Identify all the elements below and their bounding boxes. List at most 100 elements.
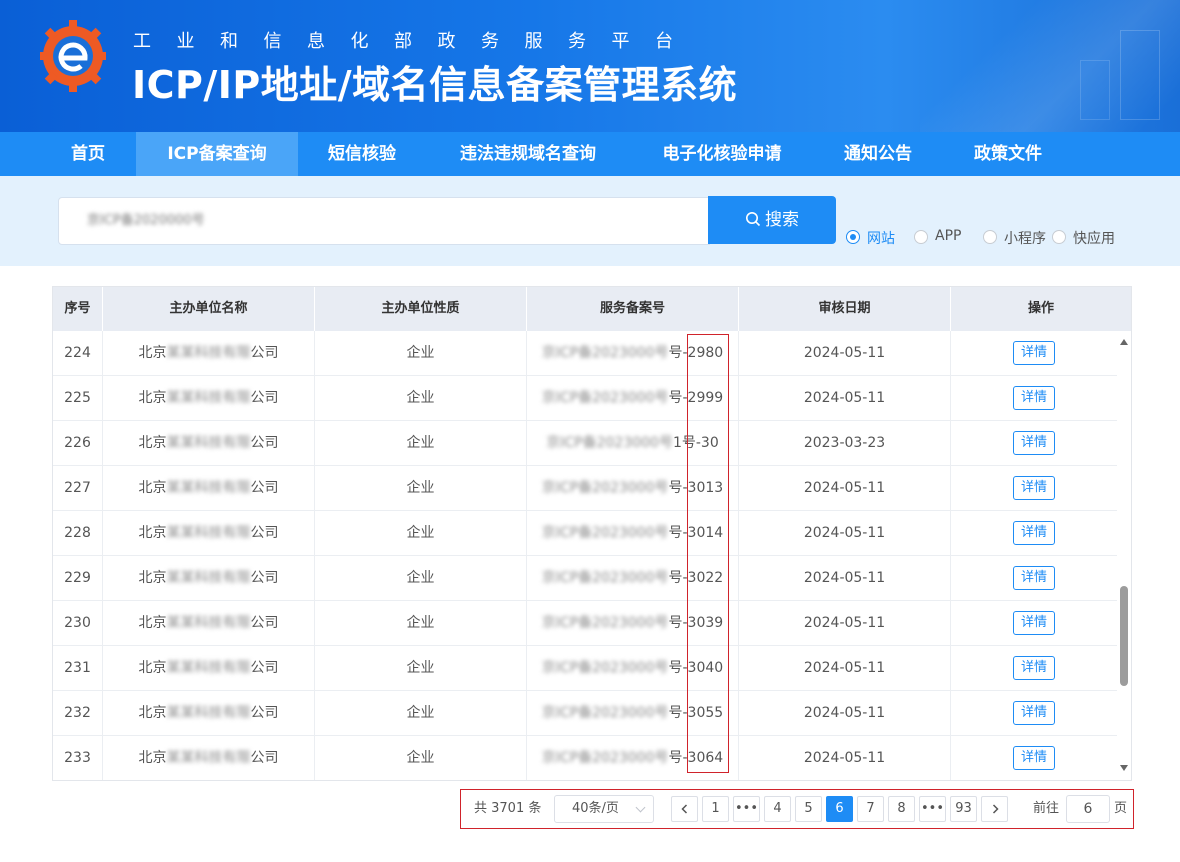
search-input-value: 京ICP备2020000号 xyxy=(87,213,205,228)
prev-page-button[interactable] xyxy=(671,796,698,822)
cell-no: 231 xyxy=(53,646,103,691)
detail-button[interactable]: 详情 xyxy=(1013,611,1055,635)
page-size-select[interactable]: 40条/页 xyxy=(554,795,654,823)
detail-button[interactable]: 详情 xyxy=(1013,656,1055,680)
icp-number-redacted: 京ICP备2023000号 xyxy=(541,705,669,721)
search-icon xyxy=(746,212,761,227)
search-input[interactable]: 京ICP备2020000号 xyxy=(58,197,710,245)
detail-button[interactable]: 详情 xyxy=(1013,341,1055,365)
nav-item-policy-docs[interactable]: 政策文件 xyxy=(958,132,1058,176)
org-name-prefix: 北京 xyxy=(138,345,167,361)
cell-review-date: 2024-05-11 xyxy=(739,691,951,736)
cell-action: 详情 xyxy=(951,601,1117,646)
org-name-suffix: 公司 xyxy=(250,390,279,406)
radio-dot xyxy=(983,230,997,244)
col-header-org-type: 主办单位性质 xyxy=(315,287,527,331)
page-button[interactable]: 7 xyxy=(857,796,884,822)
page-button[interactable]: 8 xyxy=(888,796,915,822)
goto-unit-label: 页 xyxy=(1114,801,1128,816)
detail-button[interactable]: 详情 xyxy=(1013,476,1055,500)
cell-action: 详情 xyxy=(951,331,1117,376)
nav-item-notices[interactable]: 通知公告 xyxy=(828,132,928,176)
detail-button[interactable]: 详情 xyxy=(1013,521,1055,545)
chevron-left-icon xyxy=(680,804,687,814)
cell-no: 228 xyxy=(53,511,103,556)
col-header-org-name: 主办单位名称 xyxy=(103,287,315,331)
cell-org-type: 企业 xyxy=(315,691,527,736)
org-name-prefix: 北京 xyxy=(138,705,167,721)
cell-review-date: 2024-05-11 xyxy=(739,601,951,646)
org-name-suffix: 公司 xyxy=(250,705,279,721)
cell-action: 详情 xyxy=(951,691,1117,736)
org-name-prefix: 北京 xyxy=(138,525,167,541)
icp-number-redacted: 京ICP备2023000号 xyxy=(541,570,669,586)
org-name-suffix: 公司 xyxy=(250,570,279,586)
nav-item-home[interactable]: 首页 xyxy=(48,132,128,176)
pagination-total: 共 3701 条 xyxy=(474,801,542,816)
next-page-button[interactable] xyxy=(981,796,1008,822)
highlight-box-icp-suffix xyxy=(687,334,729,773)
page-button[interactable]: 1 xyxy=(702,796,729,822)
scroll-thumb[interactable] xyxy=(1120,586,1128,686)
page-button[interactable]: 5 xyxy=(795,796,822,822)
org-name-suffix: 公司 xyxy=(250,435,279,451)
org-name-prefix: 北京 xyxy=(138,570,167,586)
search-button[interactable]: 搜索 xyxy=(708,196,836,244)
page-ellipsis-button[interactable]: ••• xyxy=(733,796,760,822)
cell-org-name: 北京某某科技有限公司 xyxy=(103,331,315,376)
table-row: 232 北京某某科技有限公司 企业 京ICP备2023000号号-3055 2024-0… xyxy=(53,691,1117,736)
cell-review-date: 2024-05-11 xyxy=(739,736,951,780)
goto-page-input[interactable]: 6 xyxy=(1066,795,1110,823)
org-name-redacted: 某某科技有限 xyxy=(166,570,251,586)
cell-review-date: 2024-05-11 xyxy=(739,511,951,556)
cell-action: 详情 xyxy=(951,556,1117,601)
table-row: 229 北京某某科技有限公司 企业 京ICP备2023000号号-3022 2024-0… xyxy=(53,556,1117,601)
cell-org-type: 企业 xyxy=(315,466,527,511)
cell-org-type: 企业 xyxy=(315,331,527,376)
radio-dot xyxy=(846,230,860,244)
cell-review-date: 2024-05-11 xyxy=(739,466,951,511)
cell-org-type: 企业 xyxy=(315,511,527,556)
table-scrollbar[interactable] xyxy=(1117,331,1131,780)
header-decoration-building xyxy=(1120,30,1160,120)
radio-label: APP xyxy=(935,228,962,244)
nav-item-icp-query[interactable]: ICP备案查询 xyxy=(136,132,298,176)
page-ellipsis-button[interactable]: ••• xyxy=(919,796,946,822)
radio-label: 网站 xyxy=(867,231,895,247)
cell-org-type: 企业 xyxy=(315,736,527,780)
org-name-redacted: 某某科技有限 xyxy=(166,525,251,541)
detail-button[interactable]: 详情 xyxy=(1013,566,1055,590)
page-button-last[interactable]: 93 xyxy=(950,796,977,822)
org-name-redacted: 某某科技有限 xyxy=(166,390,251,406)
cell-org-name: 北京某某科技有限公司 xyxy=(103,556,315,601)
detail-button[interactable]: 详情 xyxy=(1013,386,1055,410)
page-button-current[interactable]: 6 xyxy=(826,796,853,822)
main-nav: 首页 ICP备案查询 短信核验 违法违规域名查询 电子化核验申请 通知公告 政策… xyxy=(0,132,1180,176)
cell-action: 详情 xyxy=(951,421,1117,466)
cell-action: 详情 xyxy=(951,511,1117,556)
cell-org-name: 北京某某科技有限公司 xyxy=(103,601,315,646)
scroll-up-arrow-icon[interactable] xyxy=(1120,339,1128,345)
cell-no: 225 xyxy=(53,376,103,421)
icp-number-redacted: 京ICP备2023000号 xyxy=(546,435,673,451)
detail-button[interactable]: 详情 xyxy=(1013,431,1055,455)
org-name-suffix: 公司 xyxy=(250,660,279,676)
cell-review-date: 2024-05-11 xyxy=(739,646,951,691)
search-button-label: 搜索 xyxy=(765,210,799,230)
page-button[interactable]: 4 xyxy=(764,796,791,822)
org-name-redacted: 某某科技有限 xyxy=(166,435,251,451)
org-name-suffix: 公司 xyxy=(250,345,279,361)
org-name-prefix: 北京 xyxy=(138,660,167,676)
detail-button[interactable]: 详情 xyxy=(1013,746,1055,770)
icp-number-redacted: 京ICP备2023000号 xyxy=(541,345,669,361)
nav-item-e-verify-apply[interactable]: 电子化核验申请 xyxy=(642,132,802,176)
results-table: 序号 主办单位名称 主办单位性质 服务备案号 审核日期 操作 224 北京某某科技… xyxy=(52,286,1132,781)
nav-item-sms-verify[interactable]: 短信核验 xyxy=(312,132,412,176)
radio-label: 小程序 xyxy=(1004,231,1046,247)
scroll-down-arrow-icon[interactable] xyxy=(1120,765,1128,771)
nav-item-illegal-domain-query[interactable]: 违法违规域名查询 xyxy=(442,132,614,176)
org-name-prefix: 北京 xyxy=(138,615,167,631)
cell-action: 详情 xyxy=(951,736,1117,780)
detail-button[interactable]: 详情 xyxy=(1013,701,1055,725)
org-name-suffix: 公司 xyxy=(250,750,279,766)
